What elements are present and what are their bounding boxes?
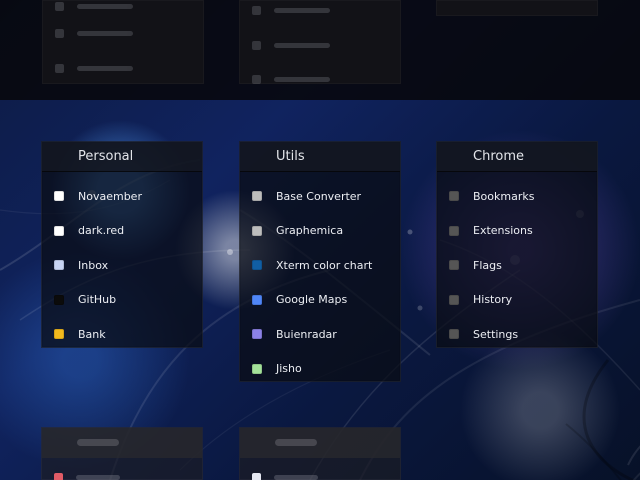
chrome-list: Bookmarks Extensions Flags History Setti… — [437, 172, 597, 352]
utils-card: Utils Base Converter Graphemica Xterm co… — [239, 141, 401, 382]
chrome-link-bookmarks[interactable]: Bookmarks — [437, 179, 597, 214]
utils-link-xterm-color-chart[interactable]: Xterm color chart — [240, 248, 400, 283]
square-icon — [252, 329, 262, 340]
link-label: Bookmarks — [473, 189, 535, 203]
chrome-title: Chrome — [437, 142, 597, 172]
square-icon — [54, 191, 64, 202]
background-figure — [565, 359, 640, 480]
link-label: Google Maps — [276, 293, 348, 307]
square-icon — [449, 225, 459, 236]
square-icon — [252, 191, 262, 202]
link-label: Novaember — [78, 189, 142, 203]
link-label: Extensions — [473, 224, 533, 238]
personal-link-inbox[interactable]: Inbox — [42, 248, 202, 283]
square-icon — [449, 260, 459, 271]
link-label: Bank — [78, 327, 106, 341]
personal-link-novaember[interactable]: Novaember — [42, 179, 202, 214]
link-label: Base Converter — [276, 189, 362, 203]
personal-link-bank[interactable]: Bank — [42, 317, 202, 352]
personal-link-github[interactable]: GitHub — [42, 283, 202, 318]
link-label: Xterm color chart — [276, 258, 373, 272]
square-icon — [449, 329, 459, 340]
blurred-label — [76, 475, 120, 480]
link-label: Buienradar — [276, 327, 337, 341]
blurred-label — [274, 475, 318, 480]
link-label: Settings — [473, 327, 519, 341]
chrome-link-extensions[interactable]: Extensions — [437, 214, 597, 249]
personal-card: Personal Novaember dark.red Inbox GitHub… — [41, 141, 203, 348]
lower-card-header — [42, 428, 202, 458]
link-label: dark.red — [78, 224, 125, 238]
link-label: Graphemica — [276, 224, 344, 238]
link-label: Flags — [473, 258, 502, 272]
ghost-card — [42, 0, 204, 84]
square-icon — [54, 225, 64, 236]
personal-list: Novaember dark.red Inbox GitHub Bank — [42, 172, 202, 352]
square-icon — [252, 225, 262, 236]
square-icon — [252, 294, 262, 305]
dashboard-root: Personal Novaember dark.red Inbox GitHub… — [0, 0, 640, 480]
square-icon — [449, 294, 459, 305]
square-icon — [252, 363, 262, 374]
personal-link-dark-red[interactable]: dark.red — [42, 214, 202, 249]
link-label: Inbox — [78, 258, 109, 272]
utils-list: Base Converter Graphemica Xterm color ch… — [240, 172, 400, 386]
lower-card-2 — [239, 427, 401, 480]
blurred-title — [77, 439, 119, 446]
ghost-card — [436, 0, 598, 16]
utils-link-google-maps[interactable]: Google Maps — [240, 283, 400, 318]
lower-row — [252, 472, 322, 480]
ghost-card — [239, 0, 401, 84]
utils-link-buienradar[interactable]: Buienradar — [240, 317, 400, 352]
utils-link-base-converter[interactable]: Base Converter — [240, 179, 400, 214]
square-icon — [449, 191, 459, 202]
link-label: Jisho — [276, 362, 302, 376]
utils-title: Utils — [240, 142, 400, 172]
chrome-card: Chrome Bookmarks Extensions Flags Histor… — [436, 141, 598, 348]
chrome-link-flags[interactable]: Flags — [437, 248, 597, 283]
chrome-link-history[interactable]: History — [437, 283, 597, 318]
link-label: History — [473, 293, 513, 307]
lower-row — [54, 472, 124, 480]
square-icon — [54, 329, 64, 340]
utils-link-graphemica[interactable]: Graphemica — [240, 214, 400, 249]
lower-card-header — [240, 428, 400, 458]
utils-link-jisho[interactable]: Jisho — [240, 352, 400, 387]
square-icon — [54, 473, 63, 480]
link-label: GitHub — [78, 293, 117, 307]
square-icon — [54, 260, 64, 271]
square-icon — [54, 294, 64, 305]
chrome-link-settings[interactable]: Settings — [437, 317, 597, 352]
personal-title: Personal — [42, 142, 202, 172]
lower-card-1 — [41, 427, 203, 480]
square-icon — [252, 473, 261, 480]
square-icon — [252, 260, 262, 271]
blurred-title — [275, 439, 317, 446]
